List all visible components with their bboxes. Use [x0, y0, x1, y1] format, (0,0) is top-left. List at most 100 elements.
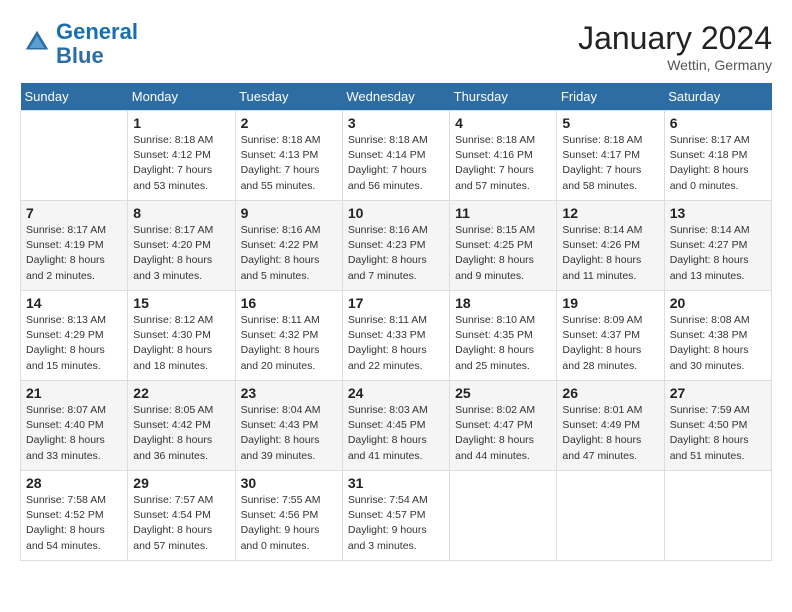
calendar-cell: 18 Sunrise: 8:10 AMSunset: 4:35 PMDaylig…: [450, 291, 557, 381]
day-number: 12: [562, 205, 658, 221]
calendar-cell: 25 Sunrise: 8:02 AMSunset: 4:47 PMDaylig…: [450, 381, 557, 471]
day-info: Sunrise: 8:14 AMSunset: 4:27 PMDaylight:…: [670, 223, 766, 284]
weekday-header-wednesday: Wednesday: [342, 83, 449, 111]
day-info: Sunrise: 8:12 AMSunset: 4:30 PMDaylight:…: [133, 313, 229, 374]
day-number: 5: [562, 115, 658, 131]
day-info: Sunrise: 8:09 AMSunset: 4:37 PMDaylight:…: [562, 313, 658, 374]
day-number: 22: [133, 385, 229, 401]
weekday-header-sunday: Sunday: [21, 83, 128, 111]
day-info: Sunrise: 8:18 AMSunset: 4:16 PMDaylight:…: [455, 133, 551, 194]
calendar-cell: [557, 471, 664, 561]
day-number: 18: [455, 295, 551, 311]
day-info: Sunrise: 7:58 AMSunset: 4:52 PMDaylight:…: [26, 493, 122, 554]
day-number: 16: [241, 295, 337, 311]
day-number: 26: [562, 385, 658, 401]
logo-icon: [22, 27, 52, 57]
day-info: Sunrise: 8:13 AMSunset: 4:29 PMDaylight:…: [26, 313, 122, 374]
day-info: Sunrise: 8:18 AMSunset: 4:13 PMDaylight:…: [241, 133, 337, 194]
day-info: Sunrise: 8:02 AMSunset: 4:47 PMDaylight:…: [455, 403, 551, 464]
day-number: 14: [26, 295, 122, 311]
day-number: 27: [670, 385, 766, 401]
location: Wettin, Germany: [578, 57, 772, 73]
day-info: Sunrise: 8:07 AMSunset: 4:40 PMDaylight:…: [26, 403, 122, 464]
calendar-cell: 27 Sunrise: 7:59 AMSunset: 4:50 PMDaylig…: [664, 381, 771, 471]
page-header: General Blue January 2024 Wettin, German…: [20, 20, 772, 73]
weekday-header-saturday: Saturday: [664, 83, 771, 111]
calendar-cell: 31 Sunrise: 7:54 AMSunset: 4:57 PMDaylig…: [342, 471, 449, 561]
day-info: Sunrise: 8:01 AMSunset: 4:49 PMDaylight:…: [562, 403, 658, 464]
day-info: Sunrise: 7:55 AMSunset: 4:56 PMDaylight:…: [241, 493, 337, 554]
day-info: Sunrise: 8:15 AMSunset: 4:25 PMDaylight:…: [455, 223, 551, 284]
day-info: Sunrise: 8:18 AMSunset: 4:17 PMDaylight:…: [562, 133, 658, 194]
day-info: Sunrise: 8:08 AMSunset: 4:38 PMDaylight:…: [670, 313, 766, 374]
day-number: 13: [670, 205, 766, 221]
weekday-header-monday: Monday: [128, 83, 235, 111]
weekday-header-thursday: Thursday: [450, 83, 557, 111]
day-info: Sunrise: 8:03 AMSunset: 4:45 PMDaylight:…: [348, 403, 444, 464]
calendar-cell: 16 Sunrise: 8:11 AMSunset: 4:32 PMDaylig…: [235, 291, 342, 381]
day-number: 15: [133, 295, 229, 311]
calendar-cell: 12 Sunrise: 8:14 AMSunset: 4:26 PMDaylig…: [557, 201, 664, 291]
calendar-cell: 28 Sunrise: 7:58 AMSunset: 4:52 PMDaylig…: [21, 471, 128, 561]
calendar-cell: 9 Sunrise: 8:16 AMSunset: 4:22 PMDayligh…: [235, 201, 342, 291]
day-number: 28: [26, 475, 122, 491]
day-number: 10: [348, 205, 444, 221]
day-info: Sunrise: 8:18 AMSunset: 4:12 PMDaylight:…: [133, 133, 229, 194]
calendar-table: SundayMondayTuesdayWednesdayThursdayFrid…: [20, 83, 772, 561]
day-number: 9: [241, 205, 337, 221]
day-number: 21: [26, 385, 122, 401]
day-info: Sunrise: 7:54 AMSunset: 4:57 PMDaylight:…: [348, 493, 444, 554]
day-number: 31: [348, 475, 444, 491]
weekday-header-friday: Friday: [557, 83, 664, 111]
logo: General Blue: [20, 20, 138, 68]
day-info: Sunrise: 8:11 AMSunset: 4:33 PMDaylight:…: [348, 313, 444, 374]
day-number: 1: [133, 115, 229, 131]
title-block: January 2024 Wettin, Germany: [578, 20, 772, 73]
day-number: 8: [133, 205, 229, 221]
calendar-cell: 30 Sunrise: 7:55 AMSunset: 4:56 PMDaylig…: [235, 471, 342, 561]
day-number: 25: [455, 385, 551, 401]
day-number: 2: [241, 115, 337, 131]
day-info: Sunrise: 8:16 AMSunset: 4:22 PMDaylight:…: [241, 223, 337, 284]
calendar-cell: 21 Sunrise: 8:07 AMSunset: 4:40 PMDaylig…: [21, 381, 128, 471]
day-info: Sunrise: 8:16 AMSunset: 4:23 PMDaylight:…: [348, 223, 444, 284]
calendar-cell: 29 Sunrise: 7:57 AMSunset: 4:54 PMDaylig…: [128, 471, 235, 561]
calendar-cell: 10 Sunrise: 8:16 AMSunset: 4:23 PMDaylig…: [342, 201, 449, 291]
day-info: Sunrise: 8:05 AMSunset: 4:42 PMDaylight:…: [133, 403, 229, 464]
day-number: 3: [348, 115, 444, 131]
calendar-cell: 5 Sunrise: 8:18 AMSunset: 4:17 PMDayligh…: [557, 111, 664, 201]
day-info: Sunrise: 8:17 AMSunset: 4:20 PMDaylight:…: [133, 223, 229, 284]
calendar-cell: 24 Sunrise: 8:03 AMSunset: 4:45 PMDaylig…: [342, 381, 449, 471]
day-number: 4: [455, 115, 551, 131]
day-info: Sunrise: 8:18 AMSunset: 4:14 PMDaylight:…: [348, 133, 444, 194]
calendar-cell: 6 Sunrise: 8:17 AMSunset: 4:18 PMDayligh…: [664, 111, 771, 201]
weekday-header-tuesday: Tuesday: [235, 83, 342, 111]
calendar-cell: [664, 471, 771, 561]
day-number: 7: [26, 205, 122, 221]
day-number: 29: [133, 475, 229, 491]
day-info: Sunrise: 8:04 AMSunset: 4:43 PMDaylight:…: [241, 403, 337, 464]
calendar-cell: 26 Sunrise: 8:01 AMSunset: 4:49 PMDaylig…: [557, 381, 664, 471]
calendar-cell: [21, 111, 128, 201]
day-number: 24: [348, 385, 444, 401]
month-title: January 2024: [578, 20, 772, 57]
day-info: Sunrise: 7:59 AMSunset: 4:50 PMDaylight:…: [670, 403, 766, 464]
calendar-cell: 23 Sunrise: 8:04 AMSunset: 4:43 PMDaylig…: [235, 381, 342, 471]
day-info: Sunrise: 8:14 AMSunset: 4:26 PMDaylight:…: [562, 223, 658, 284]
calendar-cell: 1 Sunrise: 8:18 AMSunset: 4:12 PMDayligh…: [128, 111, 235, 201]
day-number: 19: [562, 295, 658, 311]
calendar-cell: 14 Sunrise: 8:13 AMSunset: 4:29 PMDaylig…: [21, 291, 128, 381]
calendar-cell: 22 Sunrise: 8:05 AMSunset: 4:42 PMDaylig…: [128, 381, 235, 471]
day-number: 6: [670, 115, 766, 131]
day-info: Sunrise: 8:17 AMSunset: 4:19 PMDaylight:…: [26, 223, 122, 284]
day-number: 20: [670, 295, 766, 311]
calendar-cell: 17 Sunrise: 8:11 AMSunset: 4:33 PMDaylig…: [342, 291, 449, 381]
day-number: 23: [241, 385, 337, 401]
calendar-cell: 15 Sunrise: 8:12 AMSunset: 4:30 PMDaylig…: [128, 291, 235, 381]
day-info: Sunrise: 8:17 AMSunset: 4:18 PMDaylight:…: [670, 133, 766, 194]
calendar-cell: 19 Sunrise: 8:09 AMSunset: 4:37 PMDaylig…: [557, 291, 664, 381]
logo-text: General Blue: [56, 20, 138, 68]
day-number: 11: [455, 205, 551, 221]
calendar-cell: [450, 471, 557, 561]
day-number: 30: [241, 475, 337, 491]
